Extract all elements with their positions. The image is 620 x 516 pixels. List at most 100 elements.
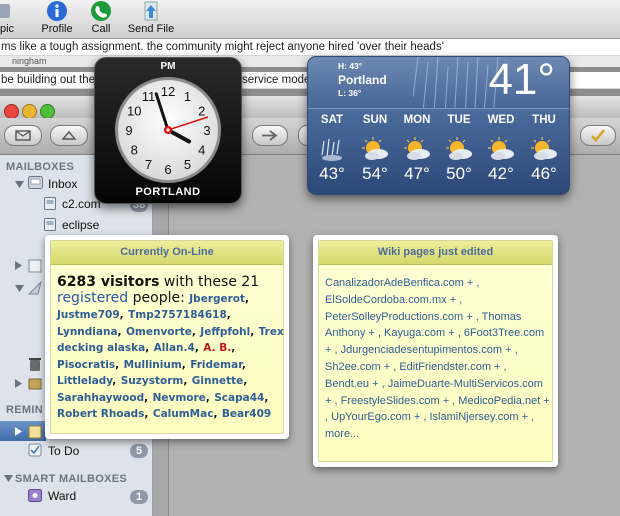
wiki-page-link[interactable]: Bendt.eu [325,378,369,390]
checkmark-icon [591,129,605,142]
wiki-page-link[interactable]: Sh2ee.com [325,361,381,373]
mailboxes-header: MAILBOXES [6,161,75,173]
wiki-page-link[interactable]: 6Foot3Tree.com [464,327,544,339]
clock-numeral: 6 [164,162,171,177]
inbox-icon [28,176,43,189]
mailbox-folder-icon [44,197,56,210]
trash-icon [29,358,41,371]
toolbar-profile-button[interactable]: Profile [40,0,74,35]
minimize-window-button[interactable] [22,104,37,119]
sun-cloud-icon [446,137,472,160]
clock-numeral: 11 [142,89,156,104]
online-user-link[interactable]: Scapa44 [214,392,264,404]
forecast-temp: 54° [362,164,388,183]
online-user-link[interactable]: Tmp2757184618 [128,309,227,321]
online-user-link[interactable]: CalumMac [153,408,214,420]
toolbar-topic-label: pic [0,23,15,35]
toolbar-call-label: Call [91,23,111,35]
mark-done-button[interactable] [580,125,616,146]
note-pad-icon [28,425,42,439]
reminders-header: REMIN [6,404,43,416]
online-user-link[interactable]: Sarahhaywood [57,392,144,404]
disclosure-right-icon[interactable] [15,427,23,436]
visitor-text: with these 21 [159,274,260,290]
toolbar-send-file-button[interactable]: Send File [125,0,177,35]
wiki-page-link[interactable]: UpYourEgo.com [331,411,411,423]
wiki-page-link[interactable]: Jdurgenciadesentupimentos.com [341,344,502,356]
message-preview-text-2: service mode [242,74,311,86]
clock-numeral: 2 [198,104,205,119]
phone-icon [91,1,111,21]
weather-current-temp: 41° [488,56,555,104]
wiki-page-link[interactable]: Kayuga.com [384,327,445,339]
clock-numeral: 4 [198,143,205,158]
message-preview-line: ms like a tough assignment. the communit… [0,39,620,56]
wiki-page-link[interactable]: CanalizadorAdeBenfica.com [325,277,464,289]
wiki-page-link[interactable]: IslamiNjersey.com [429,411,518,423]
toolbar-topic-button[interactable]: pic [0,0,18,35]
disclosure-down-icon[interactable] [15,285,24,293]
sidebar-item-c2[interactable]: c2.com [62,197,101,211]
forecast-day: SUN [362,114,388,126]
online-user-link[interactable]: Ginnette [192,375,243,387]
online-user-link[interactable]: Robert Rhoads [57,408,144,420]
sidebar-item-todo[interactable]: To Do [48,444,79,458]
online-user-link[interactable]: Justme709 [57,309,120,321]
sidebar-item-inbox[interactable]: Inbox [48,177,77,191]
online-user-link[interactable]: A. B. [203,342,231,354]
wiki-page-link[interactable]: PeterSolleyProductions.com [325,311,463,323]
registered-link[interactable]: registered [57,290,128,306]
online-user-link[interactable]: Littlelady [57,375,112,387]
online-user-link[interactable]: Fridemar [190,359,242,371]
zoom-window-button[interactable] [40,104,55,119]
disclosure-down-icon[interactable] [15,181,24,189]
ward-count-badge: 1 [130,490,148,504]
online-user-link[interactable]: Jbergerot [189,293,245,305]
toolbar-profile-label: Profile [41,23,73,35]
weather-widget[interactable]: H: 43° Portland L: 36° 41° SAT SUN MON T… [307,56,570,195]
wiki-more-link[interactable]: more... [325,428,359,440]
forecast-temp: 50° [446,164,472,183]
sidebar-item-ward[interactable]: Ward [48,489,76,503]
wiki-pages-list: CanalizadorAdeBenfica.com + , ElSoldeCor… [325,277,550,441]
get-mail-icon [15,130,31,141]
wiki-page-link[interactable]: EditFriendster.com [399,361,491,373]
wiki-page-link[interactable]: ElSoldeCordoba.com.mx [325,294,447,306]
online-user-link[interactable]: Bear409 [222,408,271,420]
send-file-icon [144,1,158,21]
compose-button[interactable] [50,125,88,146]
online-user-link[interactable]: Jeffpfohl [200,326,250,338]
online-user-link[interactable]: Lynndiana [57,326,118,338]
clock-numeral: 5 [184,157,191,172]
clock-numeral: 10 [127,104,141,119]
wiki-page-link[interactable]: JaimeDuarte-MultiServicos.com [388,378,543,390]
online-user-link[interactable]: Suzystorm [121,375,184,387]
wiki-page-link[interactable]: FreestyleSlides.com [341,395,440,407]
clock-widget[interactable]: PM 12 1 2 3 4 5 6 7 8 9 10 11 PORTLAND [94,57,242,204]
get-mail-button[interactable] [4,125,42,146]
online-user-link[interactable]: Pisocratis [57,359,115,371]
close-window-button[interactable] [4,104,19,119]
disclosure-right-icon[interactable] [15,379,23,388]
weather-high: H: 43° [338,61,363,71]
compose-icon [61,130,77,140]
clock-numeral: 8 [131,143,138,158]
forecast-day: WED [487,114,515,126]
mail-toolbar: pic Profile Call Send File [0,0,620,39]
online-user-link[interactable]: Omenvorte [126,326,192,338]
forecast-day: MON [403,114,431,126]
clock-face: 12 12 3 45678 9 1011 [115,77,221,183]
sidebar-item-eclipse[interactable]: eclipse [62,218,99,232]
sun-cloud-icon [531,137,557,160]
wiki-page-link[interactable]: MedicoPedia.net [458,395,540,407]
archive-icon [28,378,42,390]
disclosure-right-icon[interactable] [15,261,23,270]
toolbar-call-button[interactable]: Call [86,0,116,35]
online-user-link[interactable]: Nevmore [153,392,206,404]
online-user-link[interactable]: Mullinium [124,359,182,371]
forward-button[interactable] [252,125,288,146]
todo-icon [28,443,42,457]
online-user-link[interactable]: Allan.4 [154,342,195,354]
disclosure-down-icon[interactable] [4,475,13,483]
online-users-note: Currently On-Line 6283 visitors with the… [50,240,284,434]
